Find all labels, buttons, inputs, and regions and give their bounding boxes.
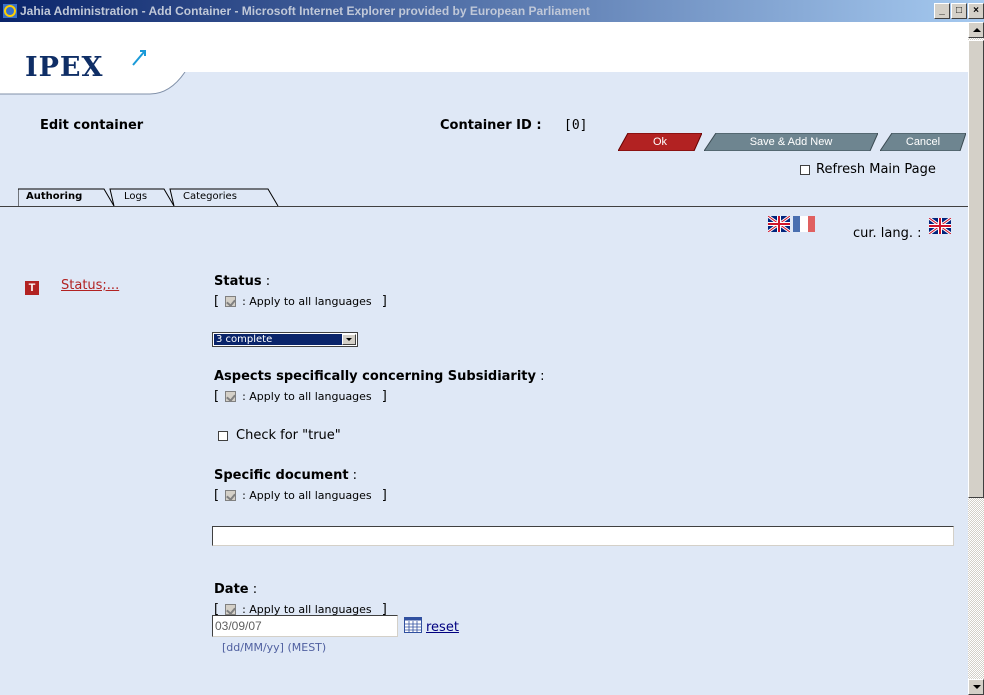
tab-underline [0, 206, 968, 207]
window-titlebar: Jahia Administration - Add Container - M… [0, 0, 984, 22]
check-true-label: Check for "true" [236, 428, 341, 443]
status-apply-checkbox [225, 296, 237, 307]
specific-document-apply-all: [ : Apply to all languages ] [214, 488, 387, 503]
status-select-value: 3 complete [214, 334, 342, 345]
language-flags [768, 216, 815, 232]
save-add-new-button[interactable]: Save & Add New [704, 133, 878, 151]
save-add-new-label: Save & Add New [749, 136, 833, 148]
text-field-icon: T [25, 281, 39, 295]
scroll-down-button[interactable] [968, 679, 984, 695]
date-apply-checkbox [225, 604, 237, 615]
ok-button-label: Ok [652, 136, 668, 148]
subsidiarity-apply-label: : Apply to all languages [242, 390, 372, 403]
check-true-row: Check for "true" [218, 428, 341, 443]
cancel-button-label: Cancel [905, 136, 941, 148]
scrollbar-thumb[interactable] [968, 40, 984, 498]
specific-document-apply-checkbox [225, 490, 237, 501]
calendar-icon[interactable] [404, 617, 422, 633]
date-label: Date : [214, 582, 258, 597]
specific-document-apply-label: : Apply to all languages [242, 489, 372, 502]
vertical-scrollbar[interactable] [968, 22, 984, 695]
uk-flag-icon[interactable] [768, 216, 790, 232]
status-apply-label: : Apply to all languages [242, 295, 372, 308]
close-button[interactable]: × [968, 3, 984, 19]
container-id-value: [0] [564, 118, 588, 133]
status-link[interactable]: Status;... [61, 278, 119, 293]
chevron-down-icon[interactable] [342, 334, 356, 345]
refresh-main-page: Refresh Main Page [800, 162, 936, 177]
header-curve [0, 72, 968, 112]
date-format-hint: [dd/MM/yy] (MEST) [222, 641, 327, 654]
logo-text: IPEX [25, 52, 104, 83]
check-true-checkbox[interactable] [218, 430, 228, 441]
ok-button[interactable]: Ok [618, 133, 702, 151]
tab-logs[interactable]: Logs [120, 189, 151, 205]
maximize-button[interactable]: □ [951, 3, 967, 19]
current-lang-uk-flag-icon [929, 218, 951, 234]
cancel-button[interactable]: Cancel [880, 133, 966, 151]
status-label: Status : [214, 274, 271, 289]
specific-document-input[interactable] [212, 526, 954, 546]
current-language: cur. lang. : [853, 226, 922, 241]
refresh-label: Refresh Main Page [816, 162, 936, 177]
tab-categories[interactable]: Categories [179, 189, 241, 205]
scroll-up-button[interactable] [968, 22, 984, 38]
subsidiarity-apply-checkbox [225, 391, 237, 402]
tab-authoring[interactable]: Authoring [22, 189, 86, 205]
ipex-logo: IPEX [25, 50, 146, 83]
window-controls: _ □ × [933, 3, 984, 19]
status-apply-all: [ : Apply to all languages ] [214, 294, 387, 309]
specific-document-label: Specific document : [214, 468, 358, 483]
date-input[interactable]: 03/09/07 [212, 615, 398, 637]
date-reset-link[interactable]: reset [426, 620, 459, 635]
page-title: Edit container [40, 118, 144, 133]
window-title: Jahia Administration - Add Container - M… [20, 4, 590, 18]
minimize-button[interactable]: _ [934, 3, 950, 19]
france-flag-icon[interactable] [793, 216, 815, 232]
logo-arrows-icon [132, 50, 146, 66]
cur-lang-label: cur. lang. : [853, 226, 922, 241]
ie-icon [3, 4, 17, 18]
page-content: IPEX Edit container Container ID : [0] O… [0, 22, 968, 695]
subsidiarity-apply-all: [ : Apply to all languages ] [214, 389, 387, 404]
status-select[interactable]: 3 complete [212, 332, 358, 347]
container-id-label: Container ID : [440, 118, 542, 133]
refresh-checkbox[interactable] [800, 164, 810, 175]
subsidiarity-label: Aspects specifically concerning Subsidia… [214, 369, 545, 384]
